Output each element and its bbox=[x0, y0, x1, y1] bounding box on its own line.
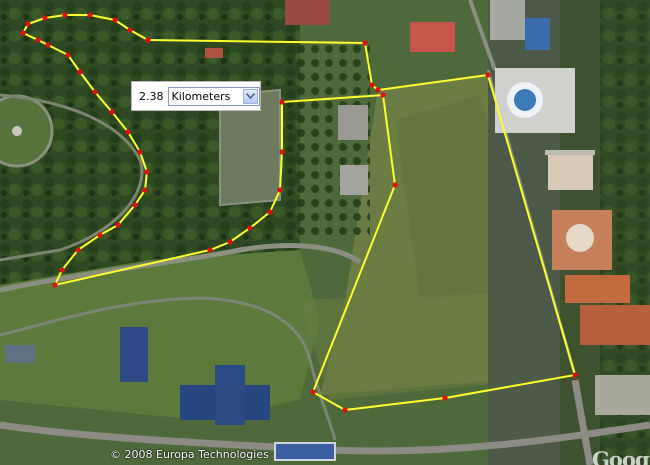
path-vertex[interactable] bbox=[144, 169, 150, 175]
path-vertex[interactable] bbox=[310, 389, 316, 395]
path-vertex[interactable] bbox=[380, 92, 386, 98]
path-vertex[interactable] bbox=[92, 89, 98, 95]
path-vertex[interactable] bbox=[115, 222, 121, 228]
path-vertex[interactable] bbox=[145, 37, 151, 43]
path-vertex[interactable] bbox=[77, 69, 83, 75]
unit-dropdown[interactable]: Kilometers bbox=[167, 86, 260, 106]
path-vertex[interactable] bbox=[75, 247, 81, 253]
path-vertex[interactable] bbox=[442, 395, 448, 401]
satellite-imagery bbox=[0, 0, 650, 465]
distance-measure-panel: 2.38 Kilometers bbox=[131, 81, 261, 111]
path-vertex[interactable] bbox=[207, 247, 213, 253]
path-vertex[interactable] bbox=[52, 282, 58, 288]
path-vertex[interactable] bbox=[279, 99, 285, 105]
path-vertex[interactable] bbox=[142, 187, 148, 193]
path-vertex[interactable] bbox=[132, 202, 138, 208]
path-vertex[interactable] bbox=[227, 239, 233, 245]
path-vertex[interactable] bbox=[279, 149, 285, 155]
path-vertex[interactable] bbox=[20, 30, 26, 36]
satellite-map[interactable]: 2.38 Kilometers © 2008 Europa Technologi… bbox=[0, 0, 650, 465]
google-logo: Goog bbox=[592, 447, 650, 465]
path-vertex[interactable] bbox=[87, 12, 93, 18]
path-vertex[interactable] bbox=[137, 149, 143, 155]
path-vertex[interactable] bbox=[59, 267, 65, 273]
path-vertex[interactable] bbox=[65, 52, 71, 58]
path-vertex[interactable] bbox=[392, 182, 398, 188]
path-vertex[interactable] bbox=[342, 407, 348, 413]
path-vertex[interactable] bbox=[97, 232, 103, 238]
path-vertex[interactable] bbox=[247, 225, 253, 231]
path-vertex[interactable] bbox=[267, 209, 273, 215]
path-vertex[interactable] bbox=[362, 40, 368, 46]
path-vertex[interactable] bbox=[125, 129, 131, 135]
path-vertex[interactable] bbox=[127, 27, 133, 33]
distance-value: 2.38 bbox=[139, 89, 164, 103]
path-vertex[interactable] bbox=[572, 372, 578, 378]
copyright-notice: © 2008 Europa Technologies bbox=[110, 448, 269, 461]
path-vertex[interactable] bbox=[109, 109, 115, 115]
path-vertex[interactable] bbox=[25, 21, 31, 27]
path-vertex[interactable] bbox=[485, 72, 491, 78]
path-vertex[interactable] bbox=[277, 187, 283, 193]
path-vertex[interactable] bbox=[62, 12, 68, 18]
path-vertex[interactable] bbox=[369, 82, 375, 88]
path-vertex[interactable] bbox=[45, 42, 51, 48]
path-vertex[interactable] bbox=[375, 87, 381, 93]
path-vertex[interactable] bbox=[35, 37, 41, 43]
unit-selected-value: Kilometers bbox=[171, 89, 231, 103]
chevron-down-icon[interactable] bbox=[242, 88, 258, 104]
path-vertex[interactable] bbox=[112, 17, 118, 23]
path-vertex[interactable] bbox=[42, 15, 48, 21]
